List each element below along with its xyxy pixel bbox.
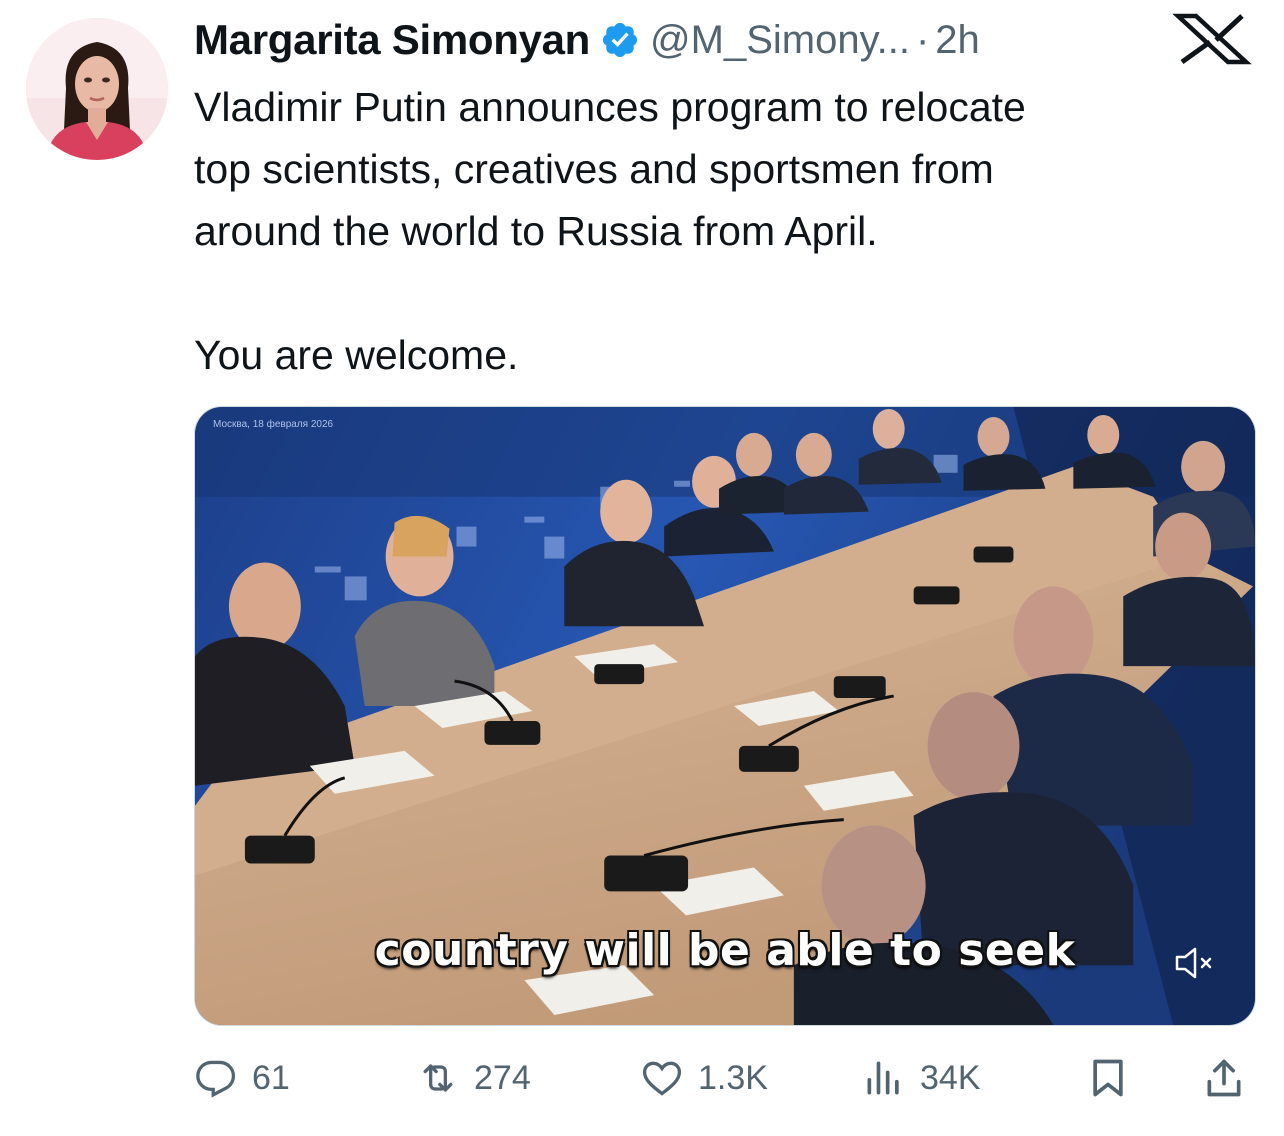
share-button[interactable]: [1202, 1052, 1246, 1104]
bookmark-icon: [1086, 1056, 1130, 1100]
tweet-text: Vladimir Putin announces program to relo…: [194, 76, 1234, 386]
like-count: 1.3K: [698, 1058, 768, 1097]
author-name[interactable]: Margarita Simonyan: [194, 16, 590, 64]
author-handle[interactable]: @M_Simony...: [650, 18, 910, 63]
share-icon: [1202, 1056, 1246, 1100]
separator-dot: ·: [915, 17, 930, 62]
reply-count: 61: [252, 1058, 290, 1097]
x-logo-icon: [1172, 12, 1252, 66]
like-button[interactable]: 1.3K: [640, 1052, 768, 1104]
tweet-text-line: top scientists, creatives and sportsmen …: [194, 146, 994, 192]
heart-icon: [640, 1056, 684, 1100]
repost-icon: [416, 1056, 460, 1100]
video-date-stamp: Москва, 18 февраля 2026: [213, 419, 334, 430]
reply-icon: [194, 1056, 238, 1100]
tweet-text-line: Vladimir Putin announces program to relo…: [194, 84, 1026, 130]
views-button[interactable]: 34K: [862, 1052, 981, 1104]
views-count: 34K: [920, 1058, 981, 1097]
views-icon: [862, 1056, 906, 1100]
bookmark-button[interactable]: [1086, 1052, 1130, 1104]
tweet-text-closing: You are welcome.: [194, 332, 519, 378]
tweet-timestamp[interactable]: 2h: [935, 18, 980, 63]
author-avatar[interactable]: [26, 18, 168, 160]
speaker-muted-icon[interactable]: [1173, 945, 1217, 981]
tweet-header: Margarita Simonyan @M_Simony... · 2h: [194, 14, 980, 66]
tweet-video[interactable]: Москва, 18 февраля 2026 country will be …: [194, 406, 1256, 1026]
reply-button[interactable]: 61: [194, 1052, 290, 1104]
tweet-text-line: around the world to Russia from April.: [194, 208, 878, 254]
repost-count: 274: [474, 1058, 531, 1097]
video-subtitle: country will be able to seek: [374, 925, 1076, 976]
repost-button[interactable]: 274: [416, 1052, 531, 1104]
verified-badge-icon[interactable]: [600, 20, 640, 60]
tweet-action-bar: 61 274 1.3K 34K: [194, 1052, 1254, 1104]
